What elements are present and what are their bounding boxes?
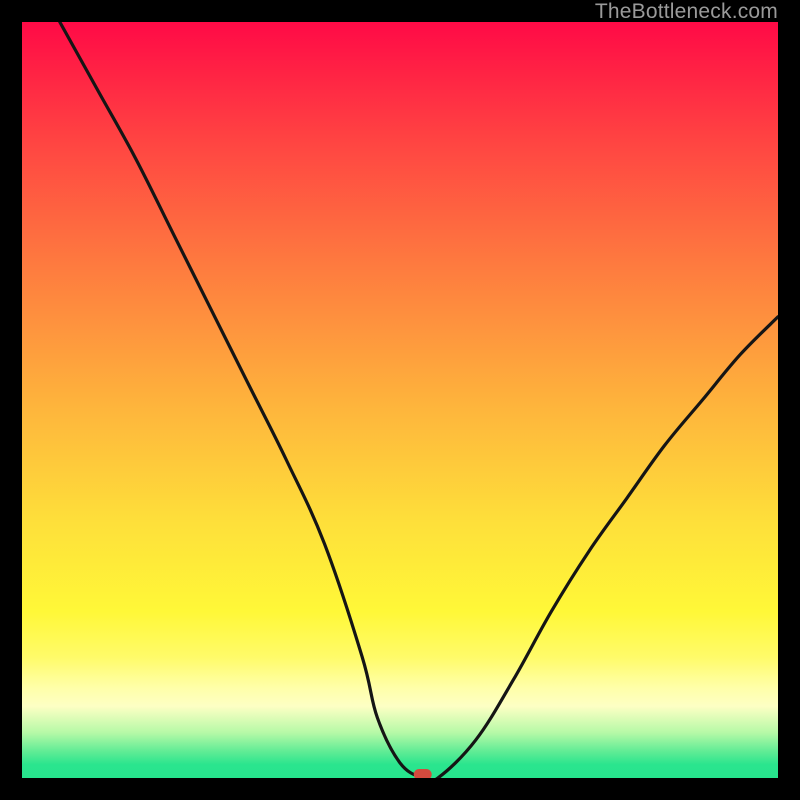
chart-frame: TheBottleneck.com [0,0,800,800]
chart-svg [22,22,778,778]
optimal-marker [414,769,432,778]
bottleneck-curve [60,22,778,778]
watermark-text: TheBottleneck.com [595,0,778,24]
plot-area [22,22,778,778]
